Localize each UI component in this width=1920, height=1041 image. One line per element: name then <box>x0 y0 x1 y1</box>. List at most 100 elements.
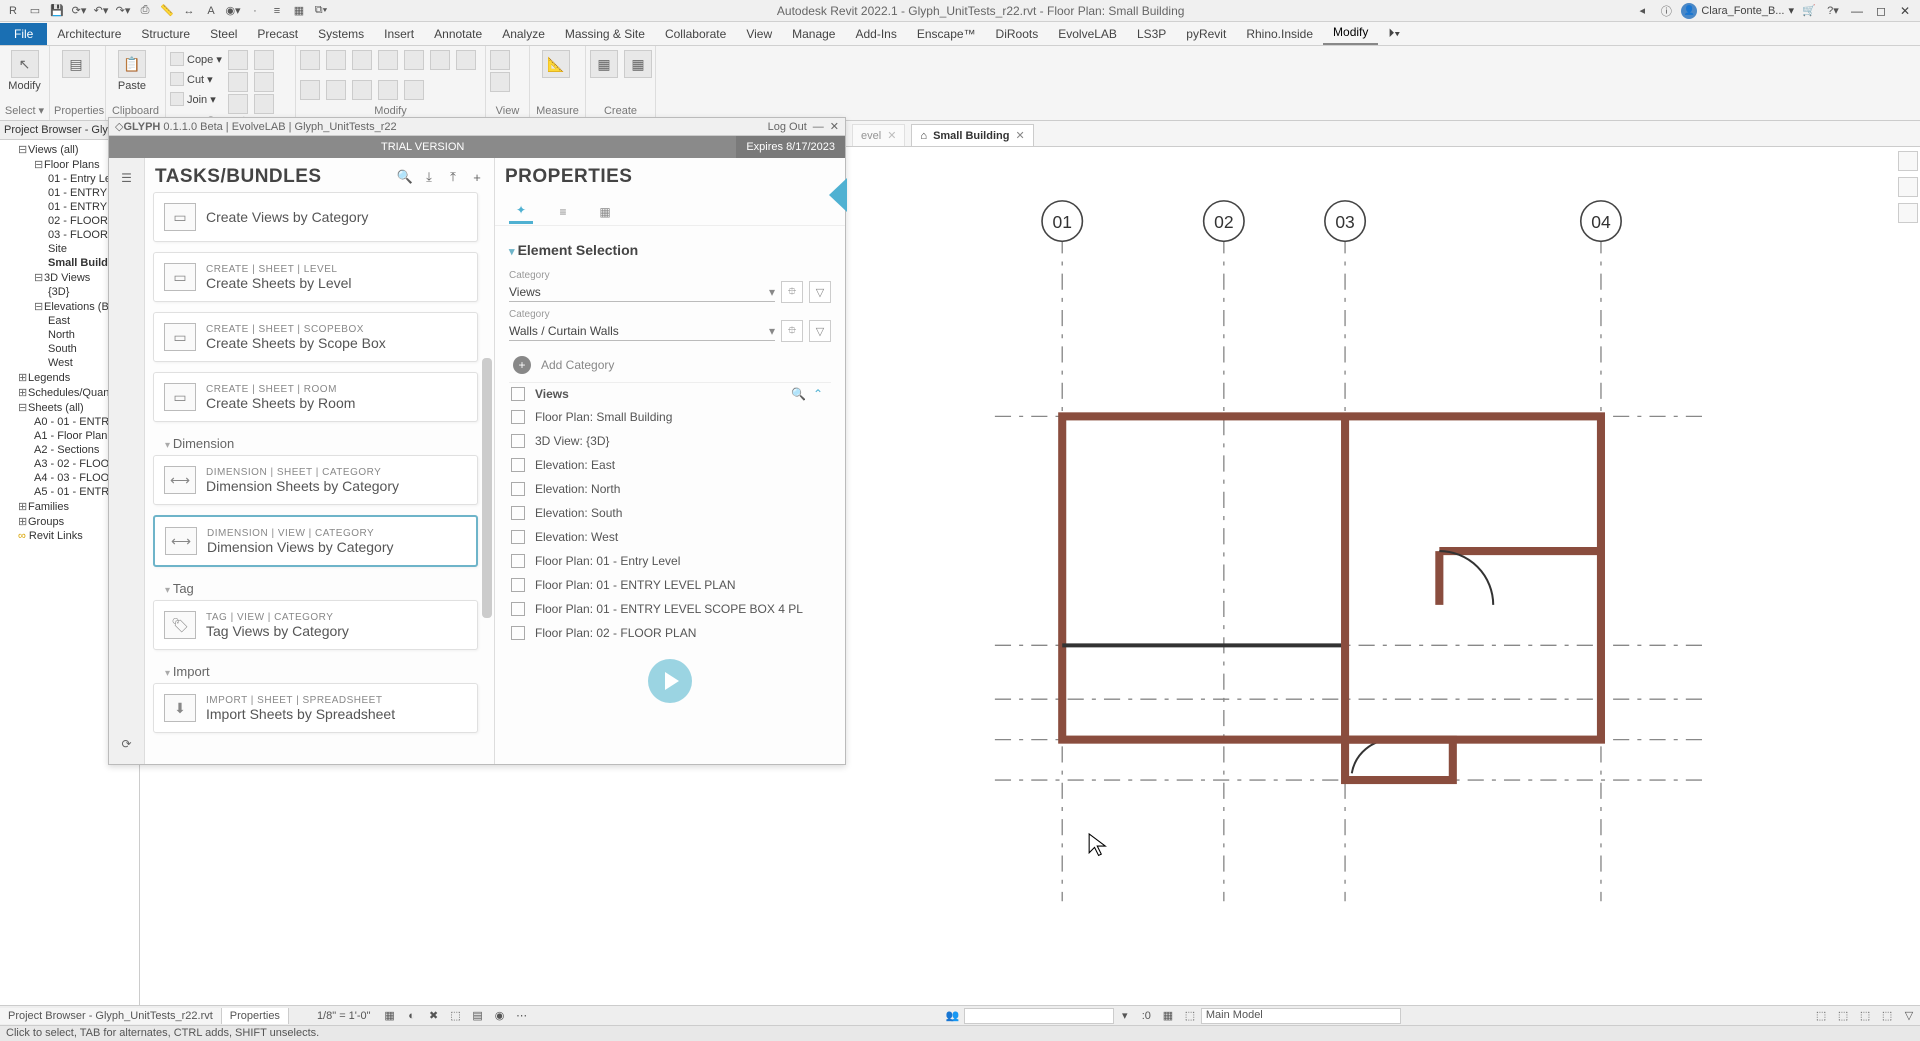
user-chip[interactable]: 👤Clara_Fonte_B...▾ <box>1681 3 1794 19</box>
view-item[interactable]: Elevation: West <box>509 525 831 549</box>
delete-icon[interactable] <box>404 80 424 100</box>
view-item[interactable]: Elevation: South <box>509 501 831 525</box>
glyph-min-button[interactable]: — <box>813 121 824 133</box>
cat2-select[interactable]: Walls / Curtain Walls▾ <box>509 322 775 341</box>
split-icon[interactable] <box>300 80 320 100</box>
tab-evolvelab[interactable]: EvolveLAB <box>1048 23 1127 45</box>
sync-icon[interactable]: ⟳▾ <box>70 2 88 20</box>
view-item-checkbox[interactable] <box>511 482 525 496</box>
tab-architecture[interactable]: Architecture <box>47 23 131 45</box>
tab-annotate[interactable]: Annotate <box>424 23 492 45</box>
offset-icon[interactable] <box>430 50 450 70</box>
nav-zoom-icon[interactable] <box>1898 203 1918 223</box>
task-dimension-sheets-category[interactable]: ⟷ DIMENSION | SHEET | CATEGORYDimension … <box>153 455 478 505</box>
glyph-logout-button[interactable]: Log Out <box>768 121 807 133</box>
view-item[interactable]: Floor Plan: 02 - FLOOR PLAN <box>509 621 831 645</box>
status-sel-icon-5[interactable]: ▽ <box>1900 1008 1918 1024</box>
status-icon-2[interactable]: ◐ <box>403 1008 421 1024</box>
tab-modify[interactable]: Modify <box>1323 21 1378 45</box>
status-filter-icon[interactable]: ▦ <box>1159 1008 1177 1024</box>
tab-enscape[interactable]: Enscape™ <box>907 23 986 45</box>
geom-icon-2[interactable] <box>228 72 248 92</box>
align-icon[interactable] <box>404 50 424 70</box>
group-select[interactable]: Select ▾ <box>4 103 45 118</box>
status-tab-properties[interactable]: Properties <box>222 1008 289 1024</box>
task-create-views-category[interactable]: ▭ Create Views by Category <box>153 192 478 242</box>
redo-icon[interactable]: ↷▾ <box>114 2 132 20</box>
status-icon-3[interactable]: ✖ <box>425 1008 443 1024</box>
tab-analyze[interactable]: Analyze <box>492 23 555 45</box>
rotate-icon[interactable] <box>352 50 372 70</box>
doc-tab-close-icon[interactable]: ✕ <box>1015 129 1024 142</box>
view-item-checkbox[interactable] <box>511 626 525 640</box>
task-import-sheets-spreadsheet[interactable]: ⬇ IMPORT | SHEET | SPREADSHEETImport She… <box>153 683 478 733</box>
cart-icon[interactable]: 🛒 <box>1800 2 1818 20</box>
tab-steel[interactable]: Steel <box>200 23 247 45</box>
status-tab-project-browser[interactable]: Project Browser - Glyph_UnitTests_r22.rv… <box>0 1008 222 1024</box>
section-import[interactable]: Import <box>153 660 478 683</box>
scale-icon[interactable] <box>352 80 372 100</box>
tab-ls3p[interactable]: LS3P <box>1127 23 1176 45</box>
mirror-icon[interactable] <box>378 50 398 70</box>
view-item[interactable]: Floor Plan: 01 - ENTRY LEVEL PLAN <box>509 573 831 597</box>
view-item[interactable]: 3D View: {3D} <box>509 429 831 453</box>
join-button[interactable]: Join ▾ <box>170 90 222 108</box>
section-tag[interactable]: Tag <box>153 577 478 600</box>
rail-refresh-icon[interactable]: ⟳ <box>117 734 137 754</box>
move-icon[interactable] <box>300 50 320 70</box>
floor-plan-drawing[interactable]: 01 02 03 04 <box>846 147 1898 1009</box>
task-create-sheets-scopebox[interactable]: ▭ CREATE | SHEET | SCOPEBOXCreate Sheets… <box>153 312 478 362</box>
switch-win-icon[interactable]: ⧉▾ <box>312 2 330 20</box>
tab-addins[interactable]: Add-Ins <box>845 23 906 45</box>
cat2-pick-icon[interactable]: ⯐ <box>781 320 803 342</box>
status-icon-7[interactable]: ⋯ <box>513 1008 531 1024</box>
rail-list-icon[interactable]: ☰ <box>117 168 137 188</box>
view-item-checkbox[interactable] <box>511 410 525 424</box>
app-menu-icon[interactable]: R <box>4 2 22 20</box>
search-icon[interactable]: ◂ <box>1633 2 1651 20</box>
nav-wheel-icon[interactable] <box>1898 177 1918 197</box>
create-button-2[interactable]: ▦ <box>624 50 652 78</box>
tasks-add-icon[interactable]: + <box>468 168 486 186</box>
measure-icon[interactable]: 📏 <box>158 2 176 20</box>
view-icon-1[interactable] <box>490 50 510 70</box>
views-search-icon[interactable]: 🔍 <box>791 387 807 401</box>
view-item[interactable]: Floor Plan: 01 - ENTRY LEVEL SCOPE BOX 4… <box>509 597 831 621</box>
status-input[interactable] <box>964 1008 1114 1024</box>
status-icon-5[interactable]: ▤ <box>469 1008 487 1024</box>
view-item-checkbox[interactable] <box>511 458 525 472</box>
status-icon-1[interactable]: ▦ <box>381 1008 399 1024</box>
tab-diroots[interactable]: DiRoots <box>986 23 1049 45</box>
view-item-checkbox[interactable] <box>511 530 525 544</box>
view-item-checkbox[interactable] <box>511 602 525 616</box>
section-dimension[interactable]: Dimension <box>153 432 478 455</box>
geom-icon-5[interactable] <box>254 72 274 92</box>
task-tag-views-category[interactable]: 🏷 TAG | VIEW | CATEGORYTag Views by Cate… <box>153 600 478 650</box>
dim-icon[interactable]: ↔ <box>180 2 198 20</box>
cat2-filter-icon[interactable]: ▽ <box>809 320 831 342</box>
geom-icon-6[interactable] <box>254 94 274 114</box>
trim-icon[interactable] <box>456 50 476 70</box>
status-workset-icon[interactable]: 👥 <box>944 1008 962 1024</box>
create-button-1[interactable]: ▦ <box>590 50 618 78</box>
view-item[interactable]: Floor Plan: 01 - Entry Level <box>509 549 831 573</box>
status-icon-6[interactable]: ◉ <box>491 1008 509 1024</box>
view-item-checkbox[interactable] <box>511 434 525 448</box>
props-tab-grid-icon[interactable]: ▦ <box>593 200 617 224</box>
modify-tool-button[interactable]: ↖Modify <box>4 50 45 92</box>
cat1-filter-icon[interactable]: ▽ <box>809 281 831 303</box>
canvas-viewport[interactable]: 01 02 03 04 <box>846 147 1898 1009</box>
workset-select[interactable]: Main Model <box>1201 1008 1401 1024</box>
view-item[interactable]: Elevation: North <box>509 477 831 501</box>
props-body[interactable]: Element Selection Category Views▾ ⯐ ▽ Ca… <box>495 226 845 764</box>
status-select-icon[interactable]: ▾ <box>1116 1008 1134 1024</box>
tasks-download-icon[interactable]: ⤓ <box>420 168 438 186</box>
view-item[interactable]: Elevation: East <box>509 453 831 477</box>
tab-manage[interactable]: Manage <box>782 23 845 45</box>
cope-button[interactable]: Cope ▾ <box>170 50 222 68</box>
status-sel-icon-4[interactable]: ⬚ <box>1878 1008 1896 1024</box>
undo-icon[interactable]: ↶▾ <box>92 2 110 20</box>
tab-collaborate[interactable]: Collaborate <box>655 23 736 45</box>
tab-precast[interactable]: Precast <box>247 23 308 45</box>
maximize-button[interactable]: ◻ <box>1872 2 1890 20</box>
